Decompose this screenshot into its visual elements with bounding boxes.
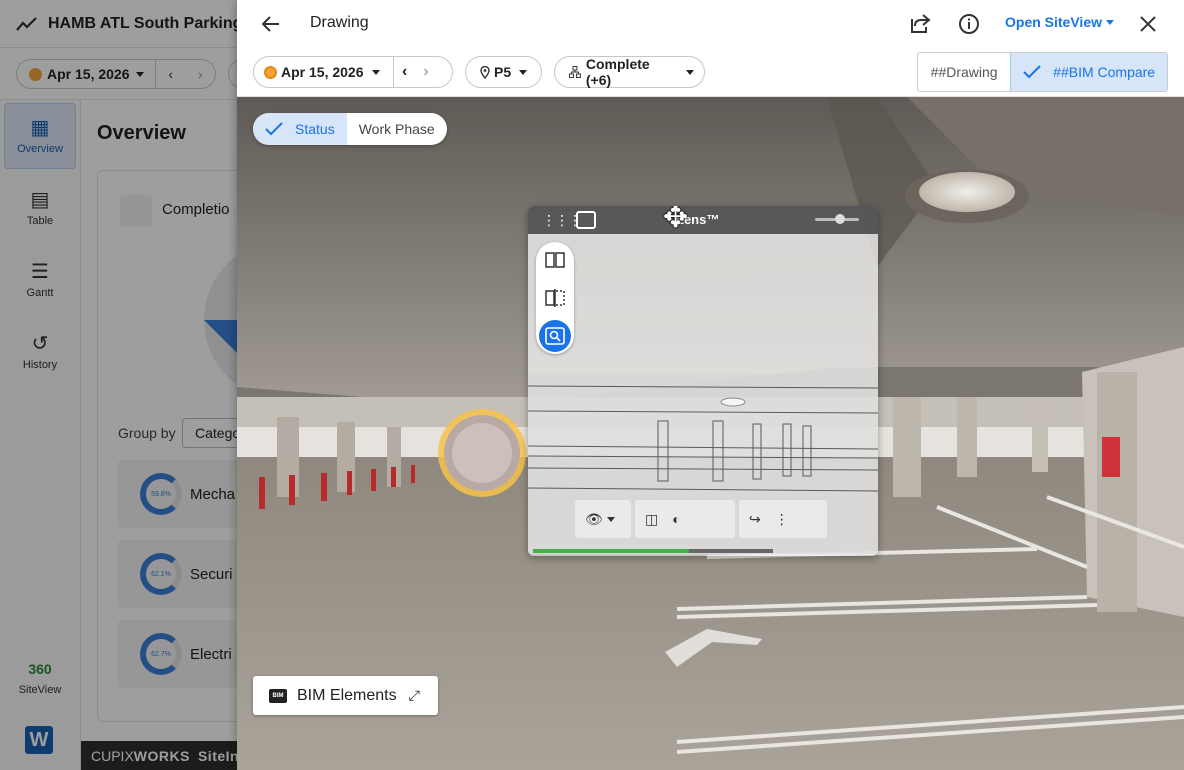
status-filter-label: Complete (+6) [585, 56, 650, 88]
hierarchy-icon [569, 66, 581, 78]
lens-mode-toolbar [536, 242, 574, 354]
progress-fill [533, 549, 689, 553]
bim-icon: BIM [269, 688, 287, 703]
check-icon [265, 122, 283, 136]
chevron-down-icon [1106, 19, 1114, 25]
date-picker-group: Apr 15, 2026 ‹ › [253, 56, 453, 88]
contrast-icon[interactable]: ◐ [672, 511, 680, 527]
close-icon[interactable] [1136, 12, 1160, 36]
more-icon[interactable]: ⋮ [775, 511, 789, 528]
action-controls: ↪ ⋮ [739, 500, 827, 538]
open-siteview-label: Open SiteView [1005, 14, 1102, 30]
lens-bottom-toolbar: 👁︎ ◫ ◐ ↪ ⋮ [575, 500, 827, 538]
panorama-viewer[interactable]: Status Work Phase ⋮⋮⋮ Lens™ ✥ 👁︎ ◫ ◐ ↪ ⋮… [237, 97, 1184, 770]
opacity-slider[interactable] [815, 214, 859, 224]
chevron-right-icon: › [423, 63, 429, 80]
level-select[interactable]: P5 [465, 56, 542, 88]
sun-icon [264, 65, 277, 79]
bim-elements-label: BIM Elements [297, 686, 397, 704]
move-icon[interactable]: ✥ [663, 206, 688, 235]
drawing-panel: Drawing Open SiteView Apr 15, 2026 ‹ › P… [237, 0, 1184, 770]
compare-mode-toggle: ##Drawing ##BIM Compare [917, 52, 1168, 92]
view-controls: ◫ ◐ [635, 500, 735, 538]
visibility-dropdown[interactable]: 👁︎ [575, 500, 631, 538]
panel-toolbar: Apr 15, 2026 ‹ › P5 Complete (+6) ##Draw… [237, 48, 1184, 97]
split-view-icon[interactable] [539, 244, 571, 276]
date-picker[interactable]: Apr 15, 2026 [254, 57, 394, 87]
location-pin-icon [480, 65, 490, 79]
tab-status[interactable]: Status [253, 113, 347, 145]
expand-icon: ⤢ [408, 687, 420, 703]
chevron-left-icon: ‹ [402, 63, 408, 80]
chevron-down-icon [606, 516, 615, 522]
bim-elements-button[interactable]: BIM BIM Elements ⤢ [253, 676, 438, 715]
level-label: P5 [494, 64, 512, 80]
bim-lens-window[interactable]: ⋮⋮⋮ Lens™ ✥ 👁︎ ◫ ◐ ↪ ⋮ [528, 206, 878, 556]
tab-bim-compare-label: ##BIM Compare [1053, 64, 1156, 80]
lens-titlebar[interactable]: ⋮⋮⋮ Lens™ [528, 206, 878, 234]
check-icon [1023, 65, 1041, 79]
next-date-button[interactable]: › [415, 57, 436, 87]
tab-work-phase[interactable]: Work Phase [347, 113, 447, 145]
panel-title: Drawing [310, 14, 369, 31]
lens-mode-icon[interactable] [539, 320, 571, 352]
date-label: Apr 15, 2026 [281, 64, 364, 80]
chevron-down-icon [519, 69, 528, 75]
share-icon[interactable] [908, 12, 932, 36]
back-arrow-icon[interactable] [259, 12, 283, 36]
redo-arrow-icon[interactable]: ↪ [749, 511, 761, 528]
info-icon[interactable] [957, 12, 981, 36]
eye-icon: 👁︎ [585, 510, 603, 527]
prev-date-button[interactable]: ‹ [394, 57, 415, 87]
tab-bim-compare[interactable]: ##BIM Compare [1010, 53, 1167, 91]
panel-header: Drawing Open SiteView [237, 0, 1184, 48]
status-filter-select[interactable]: Complete (+6) [554, 56, 705, 88]
section-icon[interactable]: ◫ [645, 511, 658, 528]
lens-progress-bar [533, 549, 773, 553]
swipe-compare-icon[interactable] [539, 282, 571, 314]
status-mode-toggle: Status Work Phase [253, 113, 447, 145]
lens-search-icon[interactable] [576, 211, 596, 229]
tab-drawing[interactable]: ##Drawing [918, 53, 1010, 91]
tab-status-label: Status [295, 121, 335, 137]
open-siteview-button[interactable]: Open SiteView [1005, 14, 1114, 30]
chevron-down-icon [686, 69, 694, 75]
chevron-down-icon [371, 69, 380, 75]
